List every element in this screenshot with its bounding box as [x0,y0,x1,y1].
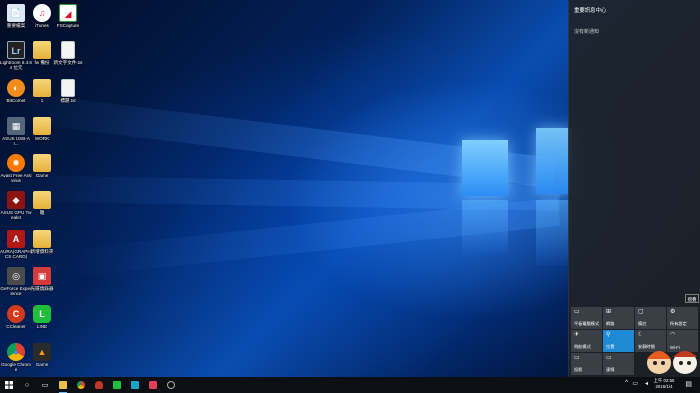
avast-icon: ✸ [7,154,25,172]
volume-icon[interactable]: ◂ [645,380,648,387]
taskbar-chrome[interactable] [74,377,88,393]
desktop-file-title-text[interactable]: 標題.txt [52,79,84,103]
mascot-watermark-icon [647,351,697,374]
text-file-icon [61,41,75,59]
project-icon: ▭ [574,355,580,361]
network-icon: ⊞ [606,309,612,315]
taskbar-app-teal[interactable] [128,377,142,393]
action-center-title: 重要訊息中心 [574,8,607,14]
app-icon [95,381,103,389]
desktop-icon-fscapture[interactable]: ◢ FSCapture [52,4,84,28]
notification-icon[interactable]: ▤ [685,380,692,388]
folder-icon [33,79,51,97]
game-icon: ▲ [33,343,51,361]
tile-connect[interactable]: ▭ 連線 [603,353,634,375]
chrome-icon [77,381,85,389]
line-icon [113,381,121,389]
folder-icon [33,154,51,172]
tile-tablet-mode[interactable]: ▭ 平板電腦模式 [571,307,602,329]
tile-all-settings[interactable]: ⚙ 所有設定 [667,307,698,329]
bitcomet-icon: ◐ [7,79,25,97]
search-button[interactable]: ○ [20,377,34,393]
note-icon: ▢ [638,309,644,315]
desktop-folder-new[interactable]: 新增資料夾 [26,230,58,254]
geforce-icon: ◎ [7,267,25,285]
desktop-folder-misc[interactable]: 雜 [26,191,58,215]
taskbar-line[interactable] [110,377,124,393]
start-button[interactable] [2,377,16,393]
tile-project[interactable]: ▭ 投影 [571,353,602,375]
desktop-file-new-text[interactable]: 新文字文件.txt [52,41,84,65]
taskbar-app-pink[interactable] [146,377,160,393]
tile-airplane-mode[interactable]: ✈ 飛航模式 [571,330,602,352]
desktop-folder-game[interactable]: Game [26,154,58,178]
fscapture-icon: ◢ [59,4,77,22]
aura-icon: A [7,230,25,248]
desktop-icon-line[interactable]: L LINE [26,305,58,329]
tile-note[interactable]: ▢ 備註 [635,307,666,329]
clock-app-icon [167,381,175,389]
folder-icon [33,191,51,209]
search-icon: ○ [24,382,30,389]
disc-burner-icon: ▣ [33,267,51,285]
no-notifications-text: 沒有新通知 [574,29,600,35]
line-icon: L [33,305,51,323]
text-file-icon [61,79,75,97]
location-icon: ⚲ [606,332,611,338]
itunes-icon: ♫ [33,4,51,22]
lightroom-icon: Lr [7,41,25,59]
taskbar: ○ ▭ ^ ▭ ◂ 上午 02:55 2016/1/4 ▤ [0,377,700,393]
collapse-button[interactable]: 摺疊 [685,294,699,303]
asus-usb-icon: ▦ [7,117,25,135]
tablet-icon: ▭ [574,309,580,315]
taskbar-app-red[interactable] [92,377,106,393]
start-icon [5,381,13,389]
app-icon [131,381,139,389]
taskbar-clock[interactable]: 上午 02:55 2016/1/4 [650,378,678,390]
moon-icon: ☾ [638,332,644,338]
connect-icon: ▭ [606,355,612,361]
document-icon: 📄 [7,4,25,22]
task-view-icon: ▭ [41,382,49,389]
gpu-tweak-icon: ◆ [7,191,25,209]
gear-icon: ⚙ [670,309,676,315]
desktop-icon-game[interactable]: ▲ Game [26,343,58,367]
task-view-button[interactable]: ▭ [38,377,52,393]
airplane-icon: ✈ [574,332,580,338]
desktop-icon-disc-burner[interactable]: ▣ 光碟燒錄器 [26,267,58,291]
tile-location[interactable]: ⚲ 位置 [603,330,634,352]
tile-network[interactable]: ⊞ 網路 [603,307,634,329]
network-icon[interactable]: ▭ [632,380,638,387]
taskbar-file-explorer[interactable] [56,377,70,393]
folder-icon [59,381,67,389]
chevron-up-icon[interactable]: ^ [625,380,628,386]
folder-icon [33,230,51,248]
app-icon [149,381,157,389]
folder-icon [33,41,51,59]
wifi-icon: ◠ [670,332,676,338]
chrome-icon: ● [7,343,25,361]
windows-logo-light [462,128,572,268]
ccleaner-icon: C [7,305,25,323]
folder-icon [33,117,51,135]
action-center-panel: 重要訊息中心 沒有新通知 摺疊 ▭ 平板電腦模式 ⊞ 網路 ▢ 備註 ⚙ 所有設… [568,0,700,377]
taskbar-app-clock[interactable] [164,377,178,393]
desktop-folder-work[interactable]: WORK [26,117,58,141]
